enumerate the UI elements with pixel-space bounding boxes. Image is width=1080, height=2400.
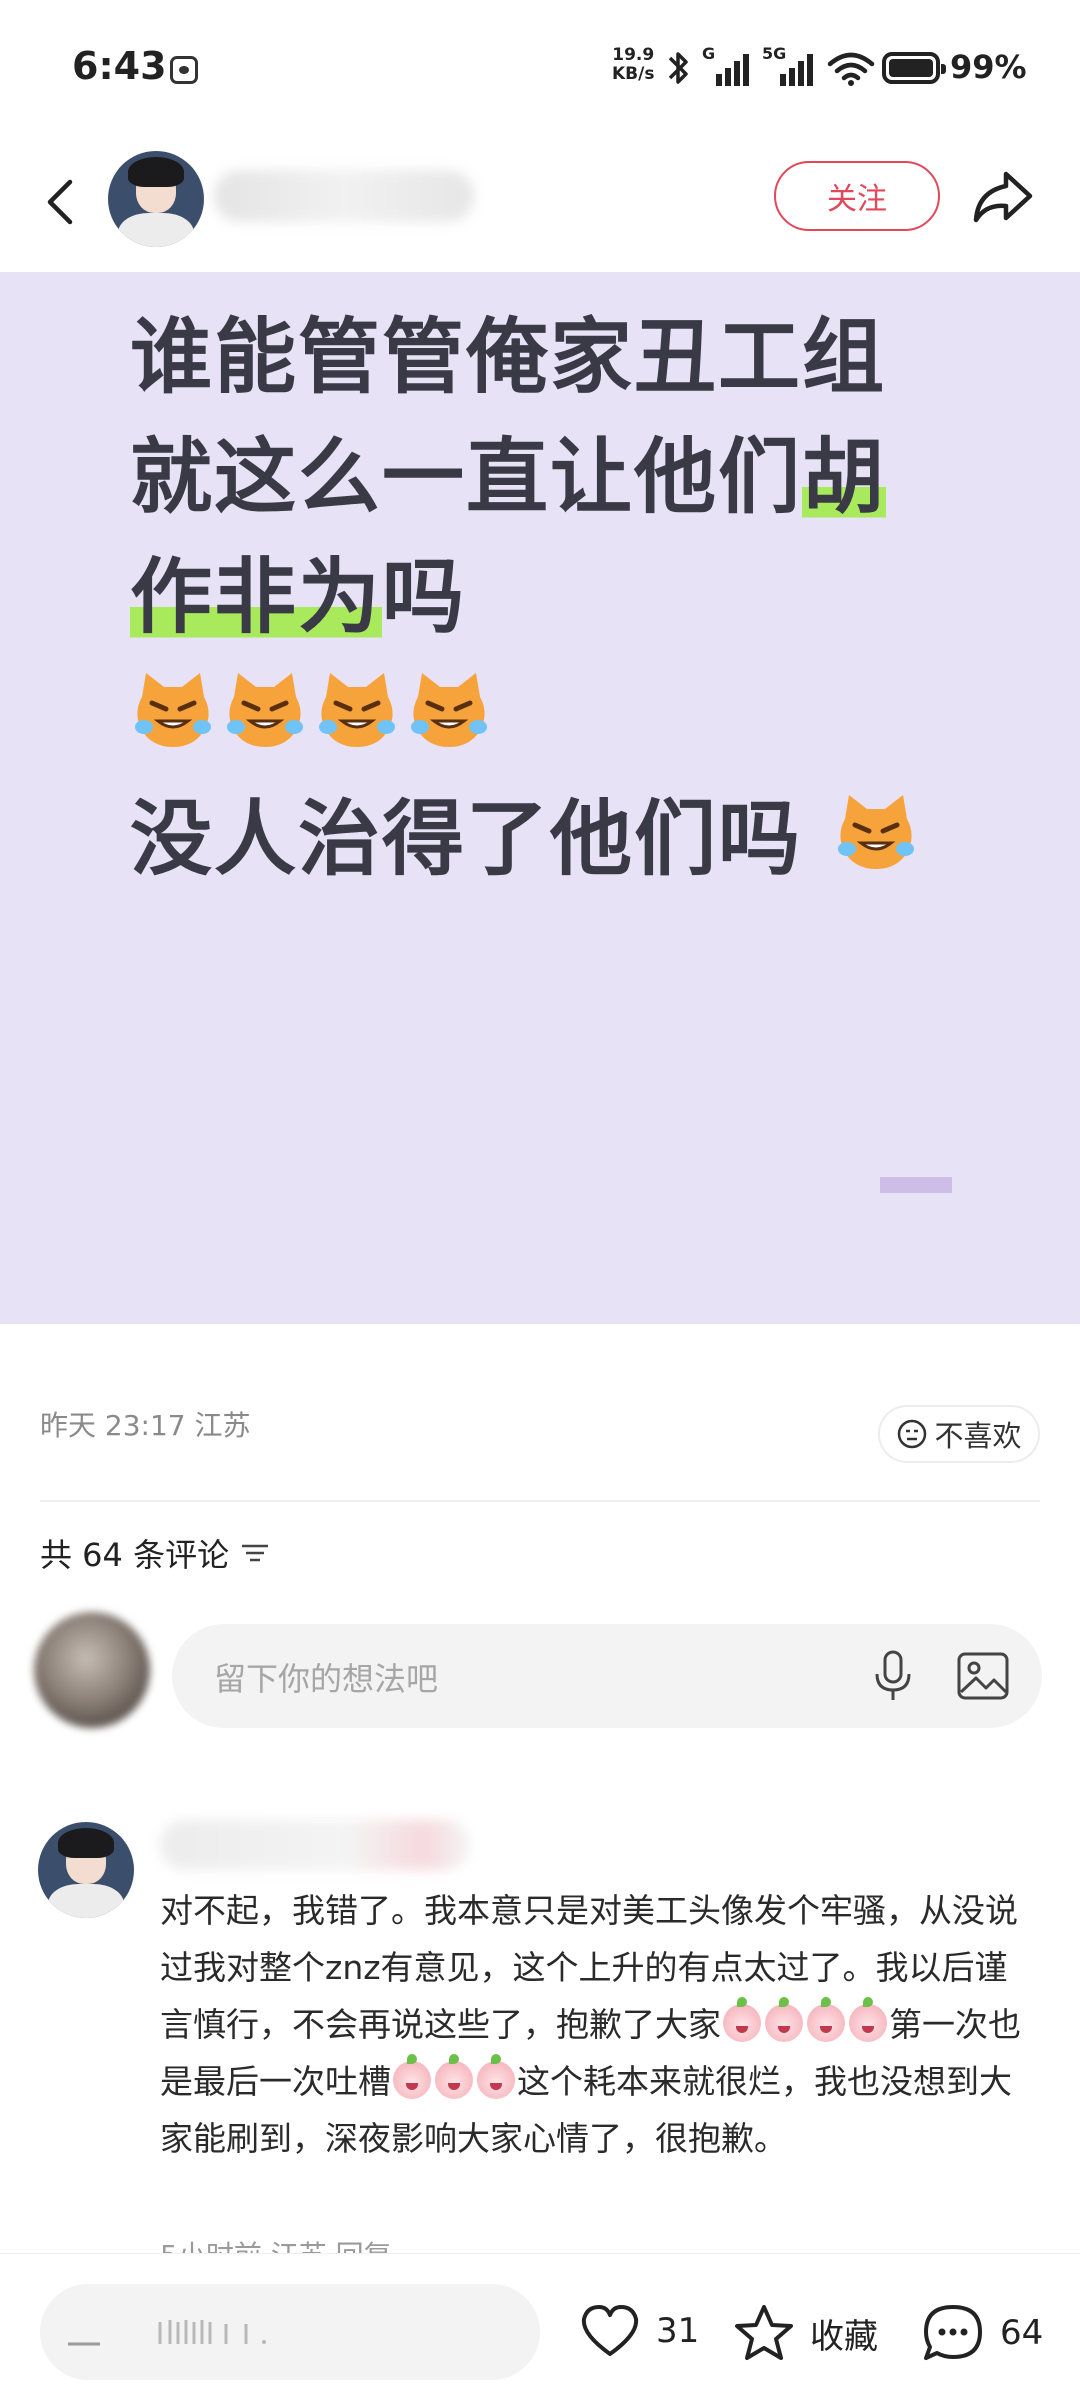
share-button[interactable] [970,166,1036,226]
crying-cat-emoji-icon [411,673,487,747]
status-icons: G 5G [666,44,876,90]
follow-button[interactable]: 关注 [774,161,940,231]
comment-author-name-blurred[interactable] [160,1820,470,1870]
app-notification-icon [170,56,198,84]
comment-text[interactable]: 对不起，我错了。我本意只是对美工头像发个牢骚，从没说过我对整个znz有意见，这个… [160,1882,1040,2167]
comment-meta: 5小时前 江苏 回复 [160,2238,392,2254]
status-time: 6:43 [72,44,167,88]
comment-count-label: 共 64 条评论 [40,1536,230,1574]
like-button[interactable]: 31 [578,2302,699,2360]
bluetooth-icon [668,52,688,84]
crying-peach-emoji-icon [477,2054,515,2099]
post-header: 关注 [0,140,1080,270]
favorite-button[interactable]: 收藏 [732,2302,878,2364]
microphone-icon[interactable] [868,1648,918,1704]
network-speed-unit: KB/s [612,64,655,84]
post-line-4: 没人治得了他们吗 [130,772,919,891]
post-line-2-highlight: 胡 [802,430,887,525]
bottom-comment-input[interactable] [40,2284,540,2380]
post-line-2-text: 就这么一直让他们 [130,430,803,525]
post-line-4-text: 没人治得了他们吗 [130,792,803,887]
handwriting-scribble-icon [68,2320,266,2346]
crying-peach-emoji-icon [807,1997,845,2042]
my-avatar [34,1612,150,1728]
crying-cat-emoji-icon [837,795,914,869]
crying-peach-emoji-icon [393,2054,431,2099]
share-icon [973,171,1033,223]
post-line-1: 谁能管管俺家丑工组 [130,310,887,405]
neutral-face-icon [898,1419,927,1449]
signal-g-icon: G [702,44,752,88]
post-line-2: 就这么一直让他们胡 [130,410,887,529]
chevron-left-icon [47,179,73,225]
like-count: 31 [656,2311,700,2351]
bottom-action-bar: 31 收藏 64 [0,2253,1080,2400]
comment-button[interactable]: 64 [920,2302,1043,2364]
comment-bubble-icon [924,2305,982,2360]
comment-total: 64 [1000,2313,1044,2353]
battery-icon [882,52,946,84]
post-line-3-text: 吗 [382,550,467,645]
crying-peach-emoji-icon [765,1997,803,2042]
image-scroll-indicator [880,1177,952,1193]
star-icon [735,2305,793,2360]
signal-5g-icon: 5G [762,44,816,88]
post-line-3: 作非为吗 [130,530,466,649]
dislike-button[interactable]: 不喜欢 [878,1405,1040,1463]
dislike-label: 不喜欢 [934,1419,1022,1453]
crying-cat-emoji-row [130,667,492,753]
crying-peach-emoji-icon [849,1997,887,2042]
post-image[interactable]: 谁能管管俺家丑工组 就这么一直让他们胡 作非为吗 没人治得了他们吗 [0,272,1080,1324]
favorite-label: 收藏 [810,2316,878,2357]
author-name-blurred[interactable] [214,170,474,222]
crying-peach-emoji-icon [435,2054,473,2099]
crying-cat-emoji-icon [135,673,211,747]
comment-input[interactable]: 留下你的想法吧 [172,1624,1042,1728]
sort-icon[interactable] [239,1538,271,1568]
network-speed: 19.9 KB/s [612,46,654,84]
network-speed-value: 19.9 [612,45,655,65]
post-date-location: 昨天 23:17 江苏 [40,1409,251,1442]
wifi-icon [827,52,875,86]
author-avatar[interactable] [108,151,204,247]
comment-author-avatar[interactable] [38,1822,134,1918]
status-bar: 6:43 19.9 KB/s G 5G 99% [0,0,1080,140]
heart-icon [581,2305,639,2356]
crying-cat-emoji-icon [227,673,303,747]
divider [40,1500,1040,1502]
crying-peach-emoji-icon [723,1997,761,2042]
comment-input-placeholder: 留下你的想法吧 [214,1660,439,1698]
post-line-3-highlight: 作非为 [130,550,383,645]
comment-count[interactable]: 共 64 条评论 [40,1530,271,1576]
back-button[interactable] [30,170,94,234]
image-icon[interactable] [956,1650,1010,1702]
crying-cat-emoji-icon [319,673,395,747]
battery-percent: 99% [950,48,1027,86]
